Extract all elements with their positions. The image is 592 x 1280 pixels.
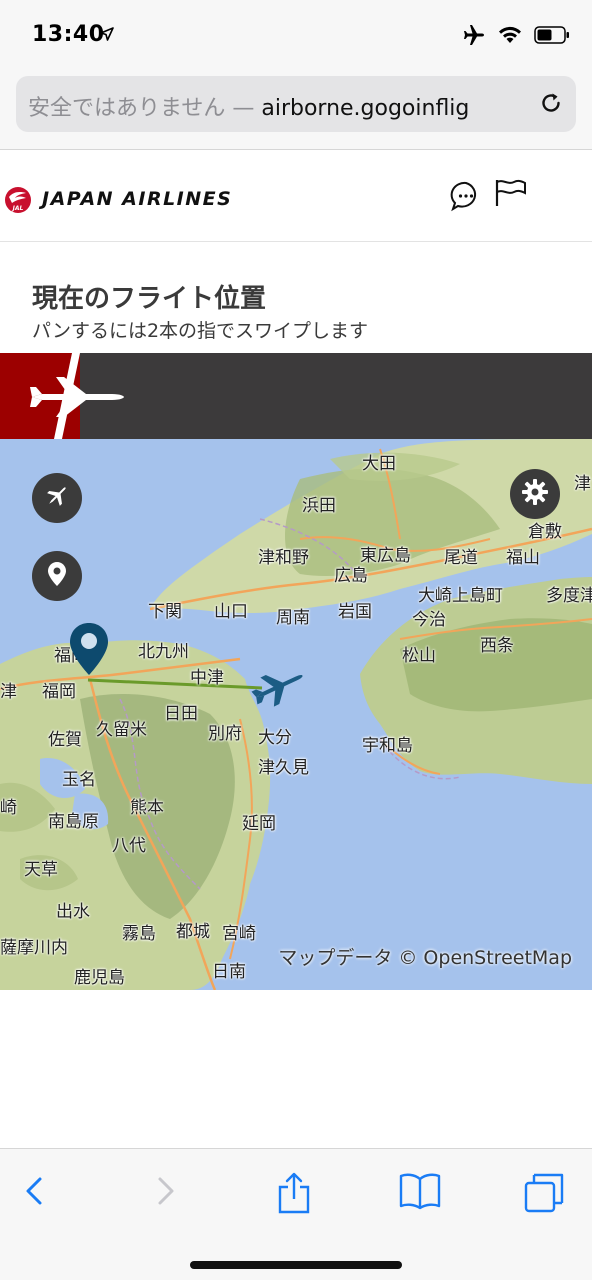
place-label: 大田 [362,454,396,474]
place-label: 佐賀 [48,730,82,750]
place-label: 南島原 [48,812,99,832]
place-label: 尾道 [444,548,478,568]
brand-wordmark[interactable]: JAPAN AIRLINES [42,188,232,210]
place-label: 鹿児島 [74,968,125,988]
place-label: 多度津 [546,586,592,606]
forward-icon[interactable] [152,1171,178,1215]
airplane-icon [44,483,70,513]
place-label: 浜田 [302,496,336,516]
share-icon[interactable] [276,1171,312,1219]
reload-icon[interactable] [538,90,564,120]
status-time: 13:40 [32,22,105,47]
flight-map[interactable]: 大田 浜田 津 倉敷 津和野 東広島 尾道 福山 広島 大崎上島町 多度津 下関… [0,439,592,990]
place-label: 下関 [148,602,182,622]
place-label: 今治 [412,610,446,630]
place-label: 津 [0,682,17,702]
svg-text:JAL: JAL [12,205,24,212]
chat-icon[interactable] [450,180,482,216]
place-label: 天草 [24,860,58,880]
place-label: 薩摩川内 [0,938,68,958]
flight-position-section: 現在のフライト位置 パンするには2本の指でスワイプします [0,242,592,353]
map-pin-icon [47,561,67,591]
place-label: 中津 [190,668,224,688]
site-header: JAL JAPAN AIRLINES [0,150,592,242]
place-label: 大分 [258,728,292,748]
home-indicator[interactable] [190,1261,402,1269]
browser-toolbar [0,1148,592,1280]
airplane-mode-icon [462,24,486,50]
place-label: 松山 [402,646,436,666]
place-label: 北九州 [138,642,189,662]
gear-icon [521,478,549,510]
place-label: 津 [574,474,591,494]
aircraft-position-icon[interactable] [250,663,306,715]
airplane-icon [28,375,128,423]
place-label: 八代 [112,836,146,856]
insecure-label: 安全ではありません — [28,96,255,121]
place-label: 西条 [480,636,514,656]
url-text[interactable]: 安全ではありません — airborne.gogoinflig [28,90,536,122]
flight-banner [0,353,592,439]
jal-crane-logo-icon[interactable]: JAL [4,186,32,218]
place-label: 倉敷 [528,522,562,542]
place-label: 日南 [212,962,246,982]
place-label: 日田 [164,704,198,724]
place-label: 霧島 [122,924,156,944]
place-label: 津久見 [258,758,309,778]
bookmarks-icon[interactable] [398,1171,442,1215]
place-label: 熊本 [130,798,164,818]
tabs-icon[interactable] [522,1171,566,1219]
place-label: 宇和島 [362,736,413,756]
place-label: 玉名 [62,770,96,790]
url-bar[interactable]: 安全ではありません — airborne.gogoinflig [16,76,576,132]
center-on-origin-button[interactable] [32,551,82,601]
place-label: 延岡 [242,814,276,834]
place-label: 久留米 [96,720,147,740]
flag-icon[interactable] [494,178,528,212]
browser-address-area: 安全ではありません — airborne.gogoinflig [0,70,592,150]
url-host: airborne.gogoinflig [261,96,470,121]
status-bar: 13:40 [0,0,592,70]
place-label: 津和野 [258,548,309,568]
place-label: 別府 [208,724,242,744]
place-label: 岩国 [338,602,372,622]
location-arrow-icon [100,26,114,45]
place-label: 都城 [176,922,210,942]
map-settings-button[interactable] [510,469,560,519]
place-label: 周南 [276,608,310,628]
place-label: 広島 [334,566,368,586]
center-on-plane-button[interactable] [32,473,82,523]
back-icon[interactable] [22,1171,48,1215]
origin-pin-icon[interactable] [68,621,110,681]
map-attribution[interactable]: マップデータ © OpenStreetMap [278,943,572,970]
place-label: 福山 [506,548,540,568]
place-label: 宮崎 [222,924,256,944]
place-label: 崎 [0,798,17,818]
place-label: 山口 [214,602,248,622]
wifi-icon [498,26,522,48]
status-icons [462,24,570,50]
place-label: 出水 [56,902,90,922]
battery-icon [534,26,570,48]
place-label: 大崎上島町 [418,586,503,606]
section-title: 現在のフライト位置 [32,284,267,314]
page-empty-area [0,990,592,1148]
section-subtitle: パンするには2本の指でスワイプします [32,320,369,342]
